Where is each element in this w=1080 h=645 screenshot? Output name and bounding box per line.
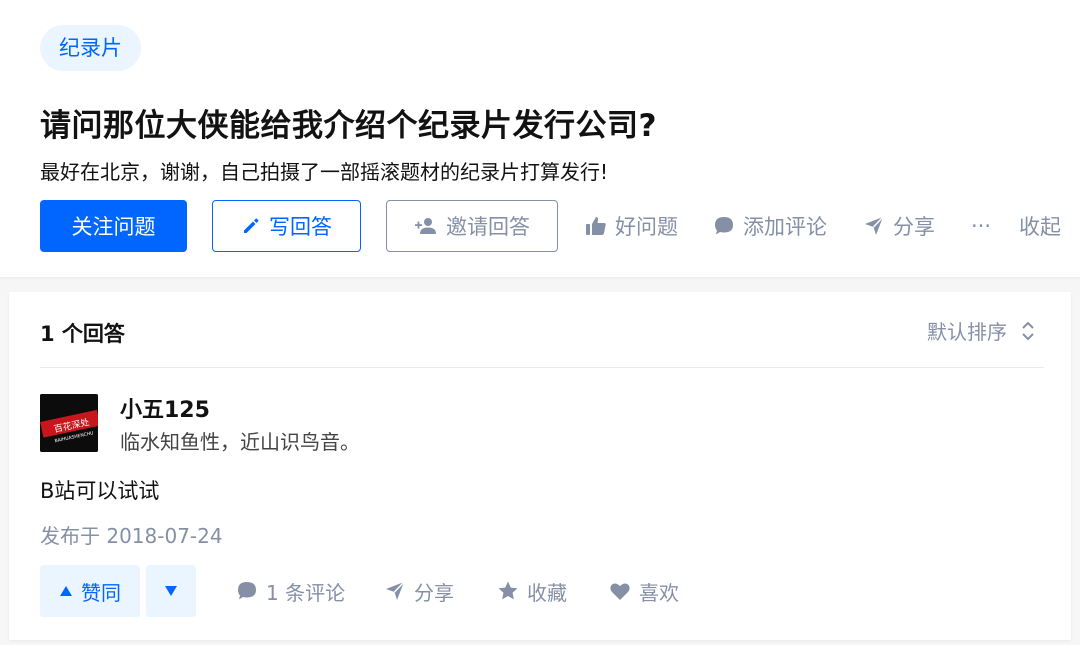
sort-label: 默认排序 — [927, 320, 1007, 344]
answers-count: 1 个回答 — [40, 322, 125, 346]
share-question-label: 分享 — [893, 215, 935, 239]
invite-answer-label: 邀请回答 — [446, 215, 530, 239]
answers-divider — [40, 367, 1044, 368]
add-comment-label: 添加评论 — [743, 215, 827, 239]
like-label: 喜欢 — [639, 580, 679, 605]
publish-time[interactable]: 发布于 2018-07-24 — [40, 520, 223, 549]
topic-tag[interactable]: 纪录片 — [40, 25, 141, 71]
thumb-up-icon — [585, 215, 607, 237]
answers-card: 1 个回答 默认排序 百花深处 BAIHUASHENCHU 小五125 临水知鱼… — [9, 292, 1071, 640]
paper-plane-icon — [863, 215, 885, 237]
upvote-label: 赞同 — [81, 580, 121, 605]
good-question-label: 好问题 — [615, 215, 678, 239]
more-button[interactable]: ··· — [971, 200, 991, 252]
sort-selector[interactable]: 默认排序 — [927, 316, 1035, 345]
comments-button[interactable]: 1 条评论 — [236, 565, 345, 617]
share-answer-button[interactable]: 分享 — [384, 565, 454, 617]
favorite-label: 收藏 — [527, 580, 567, 605]
add-person-icon — [414, 216, 438, 236]
follow-question-button[interactable]: 关注问题 — [40, 200, 187, 252]
question-header: 纪录片 请问那位大侠能给我介绍个纪录片发行公司? 最好在北京，谢谢，自己拍摄了一… — [0, 0, 1080, 277]
invite-answer-button[interactable]: 邀请回答 — [386, 200, 558, 252]
follow-question-label: 关注问题 — [71, 215, 156, 239]
heart-icon — [609, 580, 631, 602]
favorite-button[interactable]: 收藏 — [497, 565, 567, 617]
downvote-button[interactable] — [146, 565, 196, 617]
author-name[interactable]: 小五125 — [120, 392, 210, 424]
paper-plane-icon — [384, 580, 406, 602]
collapse-label: 收起 — [1019, 215, 1061, 239]
add-comment-button[interactable]: 添加评论 — [713, 200, 827, 252]
sort-chevrons-icon — [1021, 320, 1035, 342]
question-title: 请问那位大侠能给我介绍个纪录片发行公司? — [40, 108, 657, 144]
share-question-button[interactable]: 分享 — [863, 200, 935, 252]
pencil-icon — [241, 216, 261, 236]
avatar[interactable]: 百花深处 BAIHUASHENCHU — [40, 394, 98, 452]
collapse-button[interactable]: 收起 — [1019, 200, 1061, 252]
like-button[interactable]: 喜欢 — [609, 565, 679, 617]
share-answer-label: 分享 — [414, 580, 454, 605]
comment-bubble-icon — [236, 580, 258, 602]
comments-label: 1 条评论 — [266, 580, 346, 605]
write-answer-button[interactable]: 写回答 — [212, 200, 361, 252]
triangle-up-icon — [59, 585, 73, 597]
good-question-button[interactable]: 好问题 — [585, 200, 678, 252]
upvote-button[interactable]: 赞同 — [40, 565, 140, 617]
question-detail: 最好在北京，谢谢，自己拍摄了一部摇滚题材的纪录片打算发行! — [40, 160, 609, 184]
answer-content: B站可以试试 — [40, 479, 160, 503]
comment-bubble-icon — [713, 215, 735, 237]
triangle-down-icon — [164, 585, 178, 597]
author-bio: 临水知鱼性，近山识鸟音。 — [120, 430, 360, 454]
write-answer-label: 写回答 — [269, 215, 332, 239]
more-label: ··· — [971, 214, 992, 238]
star-icon — [497, 580, 519, 602]
